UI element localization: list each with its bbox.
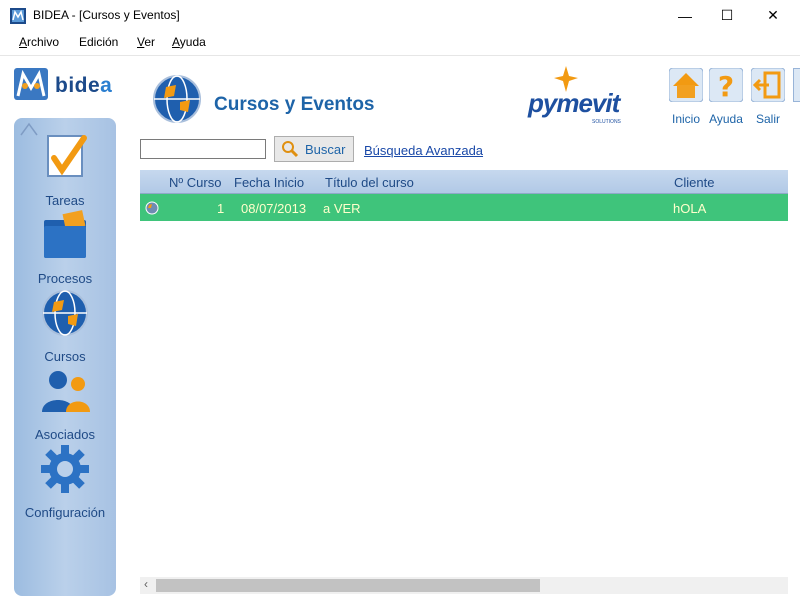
search-button-label: Buscar <box>305 141 346 157</box>
bidea-logo-text: bidea <box>55 74 113 97</box>
pymevit-logo-subtext: SOLUTIONS <box>592 119 621 125</box>
sidebar-label-procesos: Procesos <box>37 271 93 286</box>
gear-icon <box>41 445 89 493</box>
menu-edicion[interactable]: Edición <box>79 35 118 49</box>
row-globe-icon <box>145 201 159 215</box>
table-header: Nº Curso Fecha Inicio Título del curso C… <box>140 170 788 194</box>
minimize-icon: — <box>678 7 692 24</box>
maximize-icon: ☐ <box>720 7 734 23</box>
search-icon <box>282 141 299 158</box>
sidebar-label-asociados: Asociados <box>35 427 95 442</box>
pymevit-logo: pymevit SOLUTIONS <box>524 66 634 126</box>
ayuda-label: Ayuda <box>709 112 743 126</box>
sidebar-label-tareas: Tareas <box>45 193 85 208</box>
pymevit-logo-text: pymevit <box>528 88 620 118</box>
people-icon <box>42 371 90 412</box>
advanced-search-link[interactable]: Búsqueda Avanzada <box>364 143 483 158</box>
folder-icon <box>44 210 86 258</box>
menu-archivo[interactable]: Archivo <box>19 35 59 49</box>
bidea-logo: bidea <box>14 66 124 102</box>
sidebar-label-configuracion: Configuración <box>24 505 106 520</box>
search-input[interactable] <box>140 139 266 159</box>
salir-label: Salir <box>755 112 780 126</box>
sidebar-label-cursos: Cursos <box>44 349 86 364</box>
cursos-header-globe-icon <box>153 75 201 123</box>
scroll-left-icon[interactable]: ‹ <box>144 577 148 591</box>
courses-table: Nº Curso Fecha Inicio Título del curso C… <box>140 170 788 590</box>
window-title: BIDEA - [Cursos y Eventos] <box>33 8 180 22</box>
menu-bar: Archivo Edición Ver Ayuda <box>0 31 800 56</box>
col-header-cliente[interactable]: Cliente <box>674 175 714 190</box>
table-row[interactable]: 1 08/07/2013 a VER hOLA <box>140 194 788 221</box>
menu-ver[interactable]: Ver <box>137 35 155 49</box>
close-button[interactable]: ✕ <box>750 0 796 31</box>
search-button[interactable]: Buscar <box>274 136 354 162</box>
inicio-button[interactable]: Inicio <box>666 67 706 126</box>
col-header-numero[interactable]: Nº Curso <box>169 175 221 190</box>
home-icon <box>668 67 704 103</box>
sidebar-item-procesos[interactable]: Procesos <box>14 210 116 286</box>
bidea-app-icon <box>10 8 26 24</box>
minimize-button[interactable]: — <box>662 0 708 31</box>
exit-icon <box>750 67 786 103</box>
horizontal-scrollbar[interactable]: ‹ <box>140 577 788 594</box>
sidebar-item-configuracion[interactable]: Configuración <box>14 444 116 520</box>
col-header-titulo[interactable]: Título del curso <box>325 175 414 190</box>
maximize-button[interactable]: ☐ <box>704 0 750 31</box>
cell-cliente: hOLA <box>673 201 707 216</box>
overflow-toolbar-button[interactable] <box>793 68 800 102</box>
main-content: bidea Tareas Procesos Cursos Asociados C… <box>0 56 800 600</box>
title-bar: BIDEA - [Cursos y Eventos] — ☐ ✕ <box>0 0 800 32</box>
bidea-logo-icon <box>14 68 48 100</box>
help-icon: ? <box>708 67 744 103</box>
check-icon <box>47 135 87 177</box>
cell-titulo: a VER <box>323 201 361 216</box>
scrollbar-thumb[interactable] <box>156 579 540 592</box>
sidebar: Tareas Procesos Cursos Asociados Configu… <box>14 118 116 596</box>
ayuda-button[interactable]: ? Ayuda <box>706 67 746 126</box>
cell-numero: 1 <box>217 201 225 216</box>
cell-fecha: 08/07/2013 <box>241 201 307 216</box>
menu-ayuda[interactable]: Ayuda <box>172 35 206 49</box>
globe-icon <box>42 290 88 336</box>
svg-text:?: ? <box>718 70 734 102</box>
inicio-label: Inicio <box>671 112 700 126</box>
salir-button[interactable]: Salir <box>748 67 788 126</box>
close-icon: ✕ <box>767 7 779 23</box>
sidebar-item-asociados[interactable]: Asociados <box>14 366 116 442</box>
col-header-fecha[interactable]: Fecha Inicio <box>234 175 304 190</box>
sidebar-item-tareas[interactable]: Tareas <box>14 132 116 208</box>
sidebar-item-cursos[interactable]: Cursos <box>14 288 116 364</box>
page-title: Cursos y Eventos <box>214 94 375 115</box>
